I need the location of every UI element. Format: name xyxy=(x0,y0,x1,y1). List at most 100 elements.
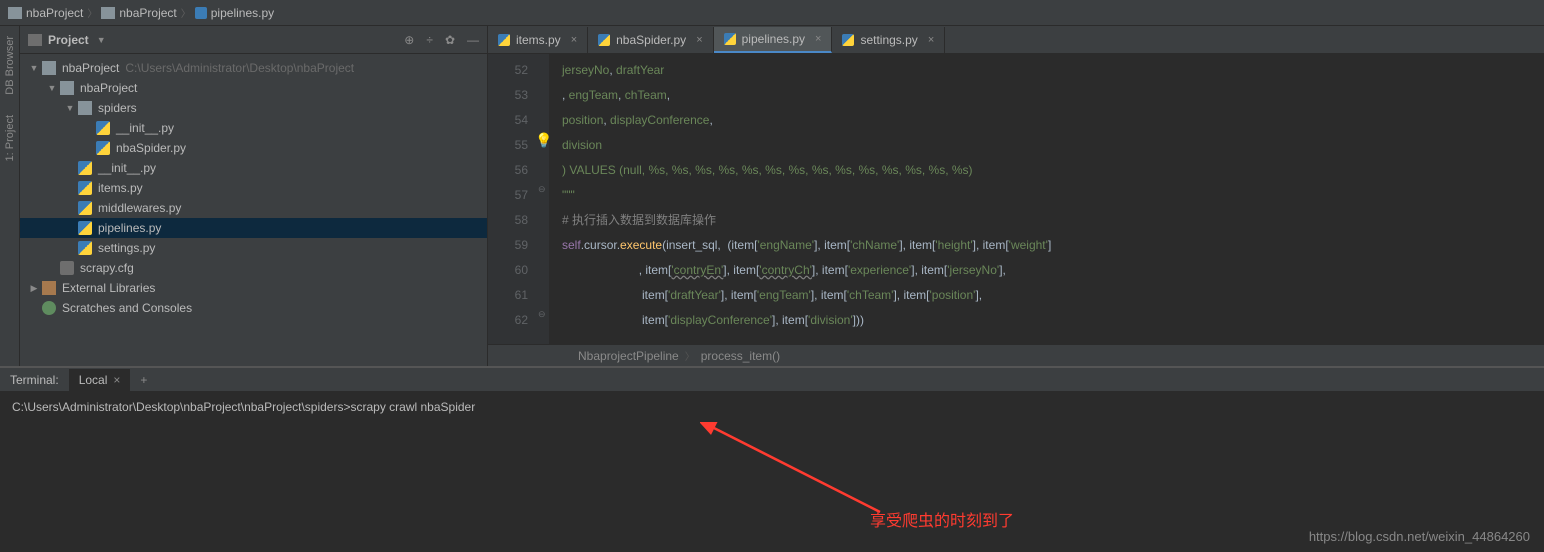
tree-item-name: __init__.py xyxy=(98,161,156,175)
line-number[interactable]: 52 xyxy=(488,58,528,83)
line-number[interactable]: 60 xyxy=(488,258,528,283)
tree-row[interactable]: ▶ External Libraries xyxy=(20,278,487,298)
project-icon xyxy=(28,34,42,46)
tree-item-name: nbaProject xyxy=(80,81,137,95)
chevron-right-icon: 〉 xyxy=(685,348,695,363)
line-gutter[interactable]: 5253545556575859606162 xyxy=(488,54,536,344)
annotation-text: 享受爬虫的时刻到了 xyxy=(870,507,1014,531)
file-icon xyxy=(78,101,92,115)
hide-icon[interactable]: — xyxy=(467,33,479,47)
expand-icon[interactable]: ▼ xyxy=(28,63,40,73)
close-icon[interactable]: × xyxy=(815,33,821,45)
python-icon xyxy=(842,34,854,46)
project-tool-tab[interactable]: 1: Project xyxy=(4,115,16,161)
terminal-tab-local[interactable]: Local× xyxy=(69,369,131,391)
line-number[interactable]: 62 xyxy=(488,308,528,333)
project-panel: Project ▼ ⊕ ÷ ✿ — ▼nbaProjectC:\Users\Ad… xyxy=(20,26,488,366)
file-icon xyxy=(78,241,92,255)
python-icon xyxy=(195,7,207,19)
collapse-icon[interactable]: ÷ xyxy=(426,33,433,47)
file-icon xyxy=(78,201,92,215)
code-breadcrumb: NbaprojectPipeline 〉 process_item() xyxy=(488,344,1544,366)
editor-tab[interactable]: pipelines.py × xyxy=(714,27,833,53)
tree-row[interactable]: pipelines.py xyxy=(20,218,487,238)
tree-row[interactable]: __init__.py xyxy=(20,158,487,178)
tree-row[interactable]: ▼ nbaProject xyxy=(20,78,487,98)
line-number[interactable]: 56 xyxy=(488,158,528,183)
fold-column[interactable]: 💡 ⊖ ⊖ xyxy=(536,54,550,344)
line-number[interactable]: 59 xyxy=(488,233,528,258)
tree-item-name: middlewares.py xyxy=(98,201,181,215)
line-number[interactable]: 57 xyxy=(488,183,528,208)
close-icon[interactable]: × xyxy=(113,373,120,387)
python-icon xyxy=(598,34,610,46)
expand-icon[interactable]: ▼ xyxy=(46,83,58,93)
crumb-class[interactable]: NbaprojectPipeline xyxy=(578,349,679,363)
tree-item-name: External Libraries xyxy=(62,281,155,295)
tree-row[interactable]: middlewares.py xyxy=(20,198,487,218)
file-icon xyxy=(78,181,92,195)
code-editor[interactable]: jerseyNo, draftYear, engTeam, chTeam, po… xyxy=(550,54,1544,344)
project-header: Project ▼ ⊕ ÷ ✿ — xyxy=(20,26,487,54)
tree-row[interactable]: __init__.py xyxy=(20,118,487,138)
breadcrumb-root[interactable]: nbaProject xyxy=(8,6,83,20)
file-icon xyxy=(96,141,110,155)
tree-item-name: __init__.py xyxy=(116,121,174,135)
file-icon xyxy=(78,161,92,175)
tree-item-name: spiders xyxy=(98,101,137,115)
line-number[interactable]: 54 xyxy=(488,108,528,133)
breadcrumb-file[interactable]: pipelines.py xyxy=(195,6,274,20)
gear-icon[interactable]: ✿ xyxy=(445,33,455,47)
new-terminal-icon[interactable]: + xyxy=(130,373,157,387)
terminal-body[interactable]: C:\Users\Administrator\Desktop\nbaProjec… xyxy=(0,392,1544,552)
expand-icon[interactable]: ▼ xyxy=(64,103,76,113)
expand-icon[interactable]: ▶ xyxy=(28,283,40,294)
python-icon xyxy=(498,34,510,46)
folder-icon xyxy=(101,7,115,19)
tree-item-name: Scratches and Consoles xyxy=(62,301,192,315)
fold-icon[interactable]: ⊖ xyxy=(538,184,546,195)
file-icon xyxy=(60,261,74,275)
line-number[interactable]: 61 xyxy=(488,283,528,308)
db-browser-tab[interactable]: DB Browser xyxy=(4,36,16,95)
tree-row[interactable]: ▼ spiders xyxy=(20,98,487,118)
tree-item-name: nbaSpider.py xyxy=(116,141,186,155)
crumb-method[interactable]: process_item() xyxy=(701,349,780,363)
editor-tabs: items.py×nbaSpider.py×pipelines.py×setti… xyxy=(488,26,1544,54)
tree-item-name: pipelines.py xyxy=(98,221,161,235)
project-tree[interactable]: ▼nbaProjectC:\Users\Administrator\Deskto… xyxy=(20,54,487,366)
editor-tab[interactable]: nbaSpider.py× xyxy=(588,27,714,53)
project-title: Project xyxy=(48,33,89,47)
tree-item-name: nbaProject xyxy=(62,61,119,75)
line-number[interactable]: 55 xyxy=(488,133,528,158)
tree-row[interactable]: Scratches and Consoles xyxy=(20,298,487,318)
close-icon[interactable]: × xyxy=(928,34,934,46)
editor-tab[interactable]: settings.py × xyxy=(832,27,945,53)
close-icon[interactable]: × xyxy=(696,34,702,46)
line-number[interactable]: 58 xyxy=(488,208,528,233)
tree-row[interactable]: scrapy.cfg xyxy=(20,258,487,278)
tree-row[interactable]: settings.py xyxy=(20,238,487,258)
tab-label: pipelines.py xyxy=(742,32,805,46)
editor-tab[interactable]: items.py × xyxy=(488,27,588,53)
tree-row[interactable]: nbaSpider.py xyxy=(20,138,487,158)
chevron-right-icon: 〉 xyxy=(87,5,97,20)
locate-icon[interactable]: ⊕ xyxy=(404,33,414,47)
terminal-prompt: C:\Users\Administrator\Desktop\nbaProjec… xyxy=(12,400,350,414)
line-number[interactable]: 53 xyxy=(488,83,528,108)
fold-icon[interactable]: ⊖ xyxy=(538,309,546,320)
breadcrumb-mid[interactable]: nbaProject xyxy=(101,6,176,20)
terminal-command: scrapy crawl nbaSpider xyxy=(350,400,475,414)
terminal-label: Terminal: xyxy=(0,373,69,387)
tab-label: settings.py xyxy=(860,33,917,47)
dropdown-icon[interactable]: ▼ xyxy=(97,35,106,45)
editor-area: items.py×nbaSpider.py×pipelines.py×setti… xyxy=(488,26,1544,366)
close-icon[interactable]: × xyxy=(571,34,577,46)
tab-label: items.py xyxy=(516,33,561,47)
chevron-right-icon: 〉 xyxy=(181,5,191,20)
file-icon xyxy=(60,81,74,95)
tree-row[interactable]: items.py xyxy=(20,178,487,198)
tree-item-name: settings.py xyxy=(98,241,155,255)
python-icon xyxy=(724,33,736,45)
tree-row[interactable]: ▼nbaProjectC:\Users\Administrator\Deskto… xyxy=(20,58,487,78)
